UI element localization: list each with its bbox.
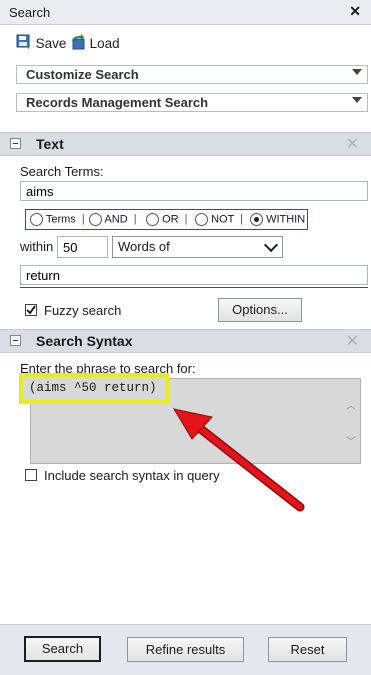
section-title: Text — [36, 136, 64, 152]
window-title: Search — [9, 5, 51, 20]
radio-and[interactable]: AND | — [89, 213, 137, 226]
radio-label: AND — [104, 213, 128, 226]
within-label: within — [20, 239, 54, 254]
checkmark-icon — [26, 305, 36, 315]
search-terms-label: Search Terms: — [20, 164, 104, 179]
radio-not[interactable]: NOT | — [195, 213, 243, 226]
load-button[interactable]: Load — [70, 34, 120, 53]
radio-icon — [250, 213, 263, 226]
radio-terms[interactable]: Terms | — [30, 213, 85, 226]
syntax-section-header[interactable]: Search Syntax ✕ — [0, 329, 371, 353]
close-icon[interactable]: ✕ — [349, 3, 361, 20]
scroll-down-icon[interactable]: ﹀ — [346, 433, 356, 449]
include-syntax-checkbox[interactable] — [25, 469, 37, 481]
close-icon[interactable]: ✕ — [346, 331, 359, 351]
syntax-value: (aims ^50 return) — [29, 381, 157, 395]
footer-bar: Search Refine results Reset — [0, 624, 371, 675]
search-terms-input[interactable] — [20, 181, 368, 201]
fuzzy-search-checkbox[interactable] — [25, 304, 37, 316]
load-icon — [70, 34, 86, 53]
within-distance-input[interactable] — [57, 236, 108, 258]
section-title: Search Syntax — [36, 333, 133, 349]
radio-within[interactable]: WITHIN — [250, 213, 305, 226]
second-term-input[interactable] — [20, 265, 368, 285]
unit-select-value: Words of — [118, 239, 170, 254]
collapse-icon[interactable] — [10, 138, 21, 149]
reset-button[interactable]: Reset — [268, 637, 347, 662]
radio-icon — [146, 213, 159, 226]
window-titlebar: Search ✕ — [0, 0, 371, 25]
dropdown-label: Customize Search — [26, 67, 139, 82]
refine-results-button[interactable]: Refine results — [127, 637, 244, 662]
chevron-down-icon — [263, 237, 279, 253]
radio-icon — [30, 213, 43, 226]
text-section-header[interactable]: Text ✕ — [0, 132, 371, 156]
include-syntax-label: Include search syntax in query — [44, 468, 220, 483]
records-management-dropdown[interactable]: Records Management Search — [16, 93, 368, 112]
radio-icon — [195, 213, 208, 226]
radio-label: NOT — [211, 213, 235, 226]
save-button[interactable]: Save — [16, 34, 66, 53]
syntax-highlight: (aims ^50 return) — [19, 373, 169, 404]
radio-label: OR — [162, 213, 179, 226]
annotation-arrow-icon — [172, 408, 305, 512]
fuzzy-search-label: Fuzzy search — [44, 303, 122, 318]
customize-search-dropdown[interactable]: Customize Search — [16, 65, 368, 84]
collapse-icon[interactable] — [10, 335, 21, 346]
radio-label: Terms — [45, 213, 76, 226]
close-icon[interactable]: ✕ — [346, 134, 359, 154]
save-label: Save — [35, 36, 67, 51]
operator-radio-group: Terms | AND | OR | NOT | WITHIN — [25, 209, 308, 230]
save-icon — [16, 34, 32, 53]
chevron-down-icon — [352, 97, 362, 103]
dropdown-label: Records Management Search — [26, 95, 209, 110]
options-button[interactable]: Options... — [218, 298, 302, 322]
radio-or[interactable]: OR | — [146, 213, 187, 226]
load-label: Load — [89, 36, 120, 51]
scroll-up-icon[interactable]: ︿ — [346, 397, 356, 413]
search-button[interactable]: Search — [24, 636, 101, 662]
divider — [20, 287, 368, 288]
radio-label: WITHIN — [266, 213, 306, 226]
radio-icon — [89, 213, 102, 226]
chevron-down-icon — [352, 69, 362, 75]
unit-select[interactable]: Words of — [112, 236, 283, 258]
